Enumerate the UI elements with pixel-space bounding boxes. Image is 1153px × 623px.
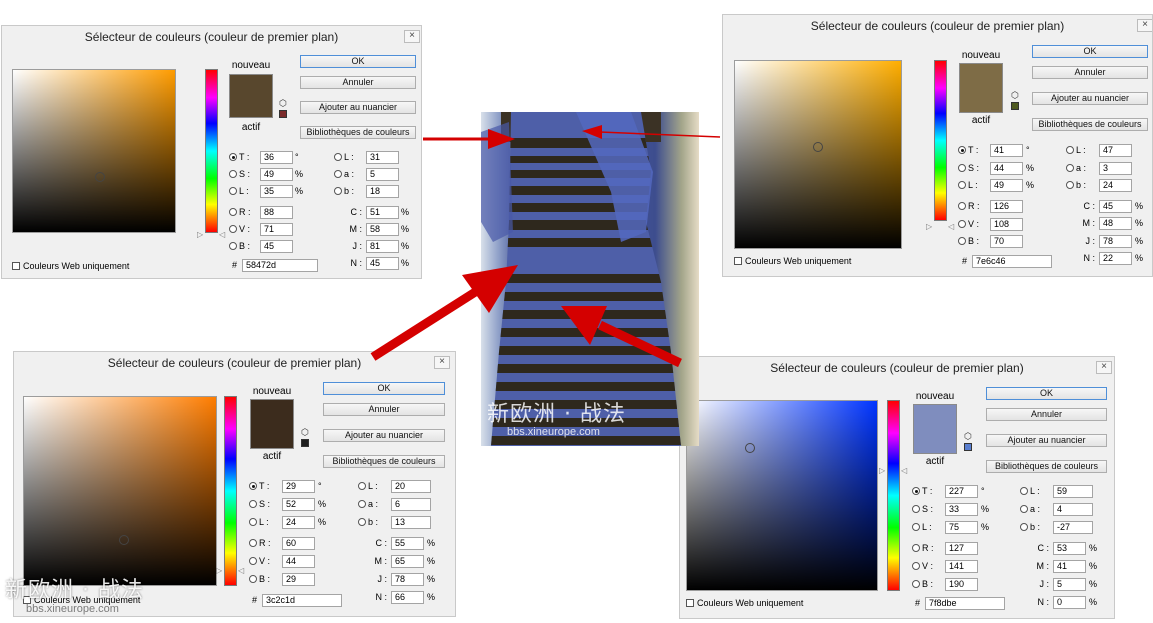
arrow-top-left-head [488,129,515,149]
arrow-bottom-left-head [462,265,518,313]
arrow-top-right [599,131,721,138]
arrow-top-right-head [582,125,602,139]
arrow-bottom-left [370,285,483,361]
annotation-arrows [370,125,721,368]
arrow-bottom-right [598,320,682,368]
